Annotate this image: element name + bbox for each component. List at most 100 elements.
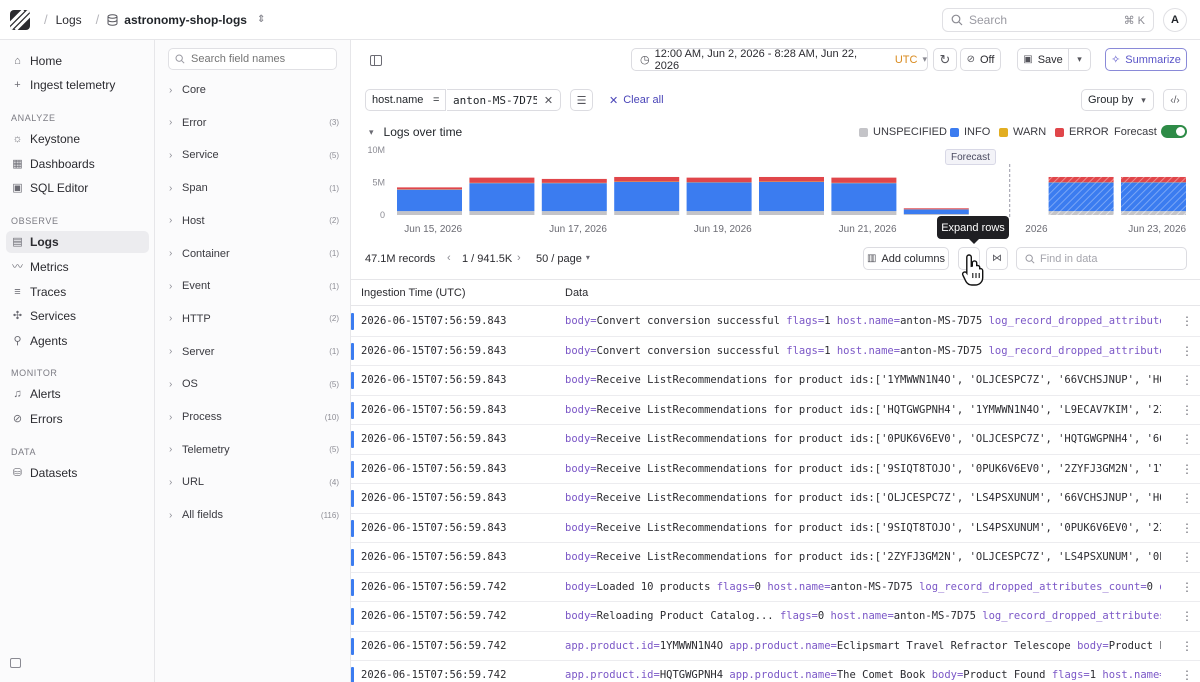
table-row[interactable]: 2026-06-15T07:56:59.843 body=Receive List… xyxy=(351,425,1200,455)
row-menu-icon[interactable]: ⋮ xyxy=(1181,580,1193,594)
bar-unspecified-4[interactable] xyxy=(686,211,752,215)
table-row[interactable]: 2026-06-15T07:56:59.843 body=Receive List… xyxy=(351,396,1200,425)
row-menu-icon[interactable]: ⋮ xyxy=(1181,403,1193,417)
sidebar-item-services[interactable]: ✣ Services xyxy=(6,305,149,327)
time-range-picker[interactable]: ◷ 12:00 AM, Jun 2, 2026 - 8:28 AM, Jun 2… xyxy=(631,48,928,72)
row-menu-icon[interactable]: ⋮ xyxy=(1181,609,1193,623)
field-group-service[interactable]: › Service (5) xyxy=(169,146,339,164)
row-menu-icon[interactable]: ⋮ xyxy=(1181,344,1193,358)
avatar[interactable]: A xyxy=(1163,8,1187,32)
column-header-data[interactable]: Data xyxy=(565,287,588,299)
bar-info-3[interactable] xyxy=(614,181,680,212)
filter-value[interactable]: anton-MS-7D75 xyxy=(447,89,547,111)
next-page-button[interactable]: › xyxy=(517,252,521,264)
prev-page-button[interactable]: ‹ xyxy=(447,252,451,264)
bar-info-0[interactable] xyxy=(397,189,462,212)
row-menu-icon[interactable]: ⋮ xyxy=(1181,462,1193,476)
sidebar-item-home[interactable]: ⌂ Home xyxy=(6,50,149,72)
row-menu-icon[interactable]: ⋮ xyxy=(1181,668,1193,682)
summarize-button[interactable]: ✧ Summarize xyxy=(1105,48,1187,71)
code-view-button[interactable]: ‹/› xyxy=(1163,89,1187,111)
field-group-telemetry[interactable]: › Telemetry (5) xyxy=(169,441,339,459)
table-row[interactable]: 2026-06-15T07:56:59.843 body=Receive List… xyxy=(351,484,1200,514)
field-search[interactable] xyxy=(168,48,337,70)
dataset-selector[interactable]: astronomy-shop-logs ⇕ xyxy=(107,13,265,27)
field-group-server[interactable]: › Server (1) xyxy=(169,343,339,361)
row-menu-icon[interactable]: ⋮ xyxy=(1181,521,1193,535)
bar-unspecified-5[interactable] xyxy=(759,211,824,215)
table-row[interactable]: 2026-06-15T07:56:59.843 body=Convert conv… xyxy=(351,307,1200,337)
legend-info[interactable]: INFO xyxy=(950,126,990,138)
row-menu-icon[interactable]: ⋮ xyxy=(1181,491,1193,505)
filter-field[interactable]: host.name xyxy=(365,89,431,111)
sidebar-item-agents[interactable]: ⚲ Agents xyxy=(6,330,149,352)
bar-error-1[interactable] xyxy=(469,177,535,183)
collapse-sidebar-icon[interactable] xyxy=(10,658,21,668)
row-menu-icon[interactable]: ⋮ xyxy=(1181,639,1193,653)
field-group-event[interactable]: › Event (1) xyxy=(169,277,339,295)
sidebar-item-alerts[interactable]: ♫ Alerts xyxy=(6,383,149,405)
bar-error-2[interactable] xyxy=(541,178,607,183)
app-logo-icon[interactable] xyxy=(10,9,30,30)
add-columns-button[interactable]: ▥ Add columns xyxy=(863,247,949,270)
bar-unspecified-0[interactable] xyxy=(397,211,462,215)
sidebar-item-dashboards[interactable]: ▦ Dashboards xyxy=(6,153,149,175)
sidebar-item-datasets[interactable]: ⛁ Datasets xyxy=(6,462,149,484)
field-group-error[interactable]: › Error (3) xyxy=(169,114,339,132)
sidebar-item-keystone[interactable]: ☼ Keystone xyxy=(6,128,149,150)
table-row[interactable]: 2026-06-15T07:56:59.742 app.product.id=HQ… xyxy=(351,661,1200,682)
bar-unspecified-1[interactable] xyxy=(469,211,535,215)
bar-info-9[interactable] xyxy=(1048,182,1114,212)
bar-info-2[interactable] xyxy=(541,183,607,212)
field-group-core[interactable]: › Core xyxy=(169,81,339,99)
field-search-input[interactable] xyxy=(191,53,321,65)
sidebar-item-errors[interactable]: ⊘ Errors xyxy=(6,408,149,430)
bar-info-1[interactable] xyxy=(469,183,535,212)
filter-operator[interactable]: = xyxy=(427,89,447,111)
sidebar-item-logs[interactable]: ▤ Logs xyxy=(6,231,149,253)
field-group-span[interactable]: › Span (1) xyxy=(169,179,339,197)
bar-unspecified-7[interactable] xyxy=(903,214,969,215)
save-options-button[interactable]: ▾ xyxy=(1068,48,1091,71)
field-group-all-fields[interactable]: › All fields (116) xyxy=(169,506,339,524)
find-in-data-input[interactable]: Find in data xyxy=(1016,247,1187,270)
bar-info-4[interactable] xyxy=(686,182,752,212)
row-menu-icon[interactable]: ⋮ xyxy=(1181,373,1193,387)
table-row[interactable]: 2026-06-15T07:56:59.843 body=Receive List… xyxy=(351,514,1200,543)
save-button[interactable]: ▣ Save xyxy=(1017,48,1069,71)
bar-error-6[interactable] xyxy=(831,177,897,183)
table-row[interactable]: 2026-06-15T07:56:59.843 body=Convert conv… xyxy=(351,337,1200,366)
filter-options-button[interactable]: ☰ xyxy=(570,89,593,111)
field-group-http[interactable]: › HTTP (2) xyxy=(169,310,339,328)
sidebar-item-metrics[interactable]: 〰 Metrics xyxy=(6,256,149,278)
field-group-host[interactable]: › Host (2) xyxy=(169,212,339,230)
table-row[interactable]: 2026-06-15T07:56:59.742 body=Reloading Pr… xyxy=(351,602,1200,632)
chart-header[interactable]: ▾ Logs over time xyxy=(369,125,462,139)
toggle-field-panel-icon[interactable] xyxy=(365,49,387,71)
bar-unspecified-9[interactable] xyxy=(1048,211,1114,215)
bar-unspecified-6[interactable] xyxy=(831,211,897,215)
field-group-container[interactable]: › Container (1) xyxy=(169,245,339,263)
bar-error-0[interactable] xyxy=(397,187,462,190)
row-menu-icon[interactable]: ⋮ xyxy=(1181,314,1193,328)
bar-info-10[interactable] xyxy=(1121,182,1186,212)
sidebar-item-sql-editor[interactable]: ▣ SQL Editor xyxy=(6,177,149,199)
bar-error-7[interactable] xyxy=(903,208,969,210)
legend-unspecified[interactable]: UNSPECIFIED xyxy=(859,126,947,138)
field-group-url[interactable]: › URL (4) xyxy=(169,473,339,491)
breadcrumb-logs[interactable]: Logs xyxy=(56,13,82,27)
field-group-os[interactable]: › OS (5) xyxy=(169,375,339,393)
bar-unspecified-10[interactable] xyxy=(1121,211,1186,215)
bar-error-9[interactable] xyxy=(1048,176,1114,183)
bar-unspecified-2[interactable] xyxy=(541,211,607,215)
group-by-dropdown[interactable]: Group by ▾ xyxy=(1081,89,1154,111)
bar-info-6[interactable] xyxy=(831,183,897,212)
table-row[interactable]: 2026-06-15T07:56:59.843 body=Receive List… xyxy=(351,455,1200,484)
sidebar-item-ingest[interactable]: + Ingest telemetry xyxy=(6,74,149,96)
forecast-toggle[interactable] xyxy=(1161,125,1187,138)
sidebar-item-traces[interactable]: ≡ Traces xyxy=(6,281,149,303)
table-row[interactable]: 2026-06-15T07:56:59.742 app.product.id=1Y… xyxy=(351,632,1200,661)
row-menu-icon[interactable]: ⋮ xyxy=(1181,550,1193,564)
bar-error-5[interactable] xyxy=(759,176,824,182)
table-row[interactable]: 2026-06-15T07:56:59.843 body=Receive List… xyxy=(351,543,1200,573)
